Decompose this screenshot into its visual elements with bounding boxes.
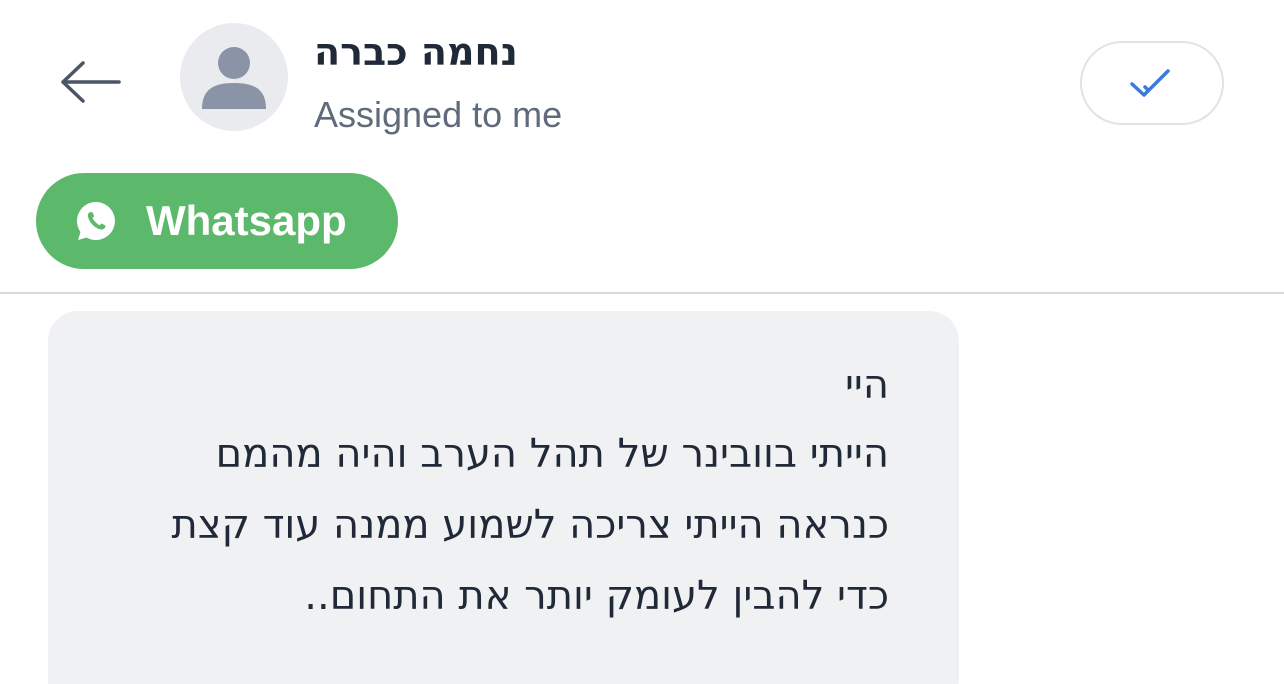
message-bubble: היי הייתי בוובינר של תהל הערב והיה מהמם … <box>48 311 959 684</box>
avatar[interactable] <box>180 23 288 131</box>
message-line: היי <box>844 362 889 408</box>
check-icon <box>1130 69 1170 97</box>
message-line: כנראה הייתי צריכה לשמוע ממנה עוד קצת <box>171 502 889 548</box>
whatsapp-icon <box>76 202 115 240</box>
divider <box>0 292 1284 294</box>
message-line: כדי להבין לעומק יותר את התחום.. <box>304 573 889 619</box>
resolve-button[interactable] <box>1080 41 1224 125</box>
conversation-screen: נחמה כברה Assigned to me Whatsapp היי הי… <box>0 0 1284 684</box>
person-icon <box>202 47 266 109</box>
assignment-status: Assigned to me <box>314 94 563 135</box>
contact-name: נחמה כברה <box>314 30 518 74</box>
message-line: הייתי בוובינר של תהל הערב והיה מהמם <box>215 431 889 477</box>
channel-chip-whatsapp[interactable]: Whatsapp <box>36 173 398 269</box>
back-button[interactable] <box>52 52 128 112</box>
arrow-left-icon <box>61 61 121 103</box>
channel-label: Whatsapp <box>146 197 347 244</box>
